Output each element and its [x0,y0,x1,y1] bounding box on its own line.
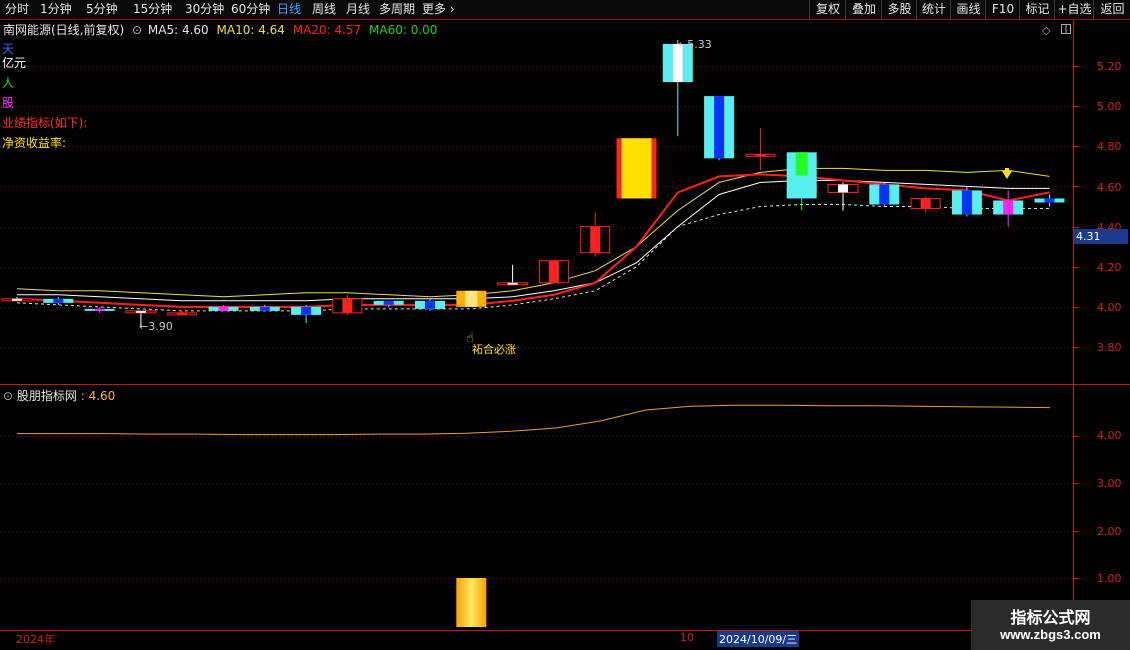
down-arrow-stem [1005,168,1009,173]
price-tick: 5.00 [1097,100,1122,113]
candle [167,310,198,316]
candle [1,296,33,302]
candle [208,304,239,311]
candle-core [177,312,188,315]
sub-indicator-value: : 4.60 [80,389,116,403]
sub-header: ⊙ 股朋指标网 : 4.60 [3,387,115,404]
candle [704,96,735,161]
watermark-url: www.zbgs3.com [1000,627,1101,642]
left-arrow-icon: ← [139,320,149,333]
sub-indicator-title[interactable]: 股朋指标网 [17,389,77,403]
candle-core [1044,198,1055,203]
signal-annotation: 祏合必涨 [472,343,516,356]
site-watermark: 指标公式网 www.zbgs3.com [971,600,1130,650]
watermark-title: 指标公式网 [1010,608,1091,627]
candle-core [383,300,394,305]
low-price-annotation: ←3.90 [139,320,173,333]
candle [910,196,941,213]
candle [951,186,982,217]
candle-core [590,226,601,253]
candle [332,294,363,315]
candle-core [961,190,972,215]
candle-core [1003,200,1014,215]
candle [662,39,693,137]
price-tick: 4.60 [1097,181,1122,194]
candle-core [838,184,848,193]
sub-indicator-line [17,404,1051,436]
candle [456,290,487,307]
candle-core [920,198,931,209]
price-tick: 4.80 [1097,140,1122,153]
candle-core [548,260,559,283]
main-header: 南网能源(日线,前复权) ⊙ MA5: 4.60 MA10: 4.64 MA20… [3,21,437,38]
candle-core [259,306,270,311]
candle [43,296,74,305]
ma60-value: MA60: 0.00 [369,23,438,37]
candle [1034,194,1065,207]
candle-core [879,184,890,205]
candle [497,264,529,286]
ma60-line [16,204,1050,312]
candle [249,304,280,311]
ma5-value: MA5: 4.60 [147,23,209,37]
ma20-value: MA20: 4.57 [292,23,362,37]
current-price-badge: 4.31 [1074,229,1128,244]
label-performance: 业绩指标(如下): [2,116,88,130]
left-arrow-icon: ← [678,38,688,51]
label-roe: 净资收益率: [2,136,67,150]
sub-tick: 1.00 [1097,572,1122,585]
candle-core [301,306,312,315]
candle [580,212,611,257]
sub-indicator [17,404,1051,627]
settings-circle-icon[interactable]: ⊙ [3,389,13,403]
candle [538,260,569,284]
candle [786,152,817,211]
candle-core [755,154,766,157]
candle-core [342,298,353,313]
day-label: 10 [680,631,694,644]
ma10-value: MA10: 4.64 [216,23,285,37]
price-tick: 4.00 [1097,301,1122,314]
candle-core [465,290,478,307]
sub-tick: 4.00 [1097,429,1122,442]
candle [745,128,776,171]
candle-core [621,138,652,199]
candle-core [53,298,64,303]
diamond-icon[interactable]: ◇ [1042,24,1051,37]
candle-core [425,300,435,309]
sub-tick: 3.00 [1097,477,1122,490]
stock-title[interactable]: 南网能源(日线,前复权) [3,23,124,37]
candle [616,138,657,199]
candle [84,306,115,313]
candle-core [218,306,229,311]
high-price-annotation: ←5.33 [678,38,712,51]
candle-core [714,96,725,159]
candle [373,300,404,307]
candle [291,304,322,323]
sub-signal-bar [456,578,487,627]
cursor-date-label: 2024/10/09/三 [717,631,800,647]
candle-core [795,152,808,176]
candle [993,190,1024,227]
candle-core [135,310,146,313]
candle-core [12,298,22,301]
price-tick: 5.20 [1097,60,1122,73]
label-yiyuan: 亿元 [2,56,27,70]
candle [827,182,859,211]
settings-circle-icon[interactable]: ⊙ [132,23,142,37]
price-tick: 3.80 [1097,341,1122,354]
label-gu: 股 [2,96,15,110]
candle-core [94,308,105,311]
candle-core [507,282,518,285]
sub-tick: 2.00 [1097,525,1122,538]
label-ren: 人 [2,76,15,90]
price-tick: 4.20 [1097,261,1122,274]
year-label: 2024年 [16,633,55,646]
candle [869,182,900,207]
